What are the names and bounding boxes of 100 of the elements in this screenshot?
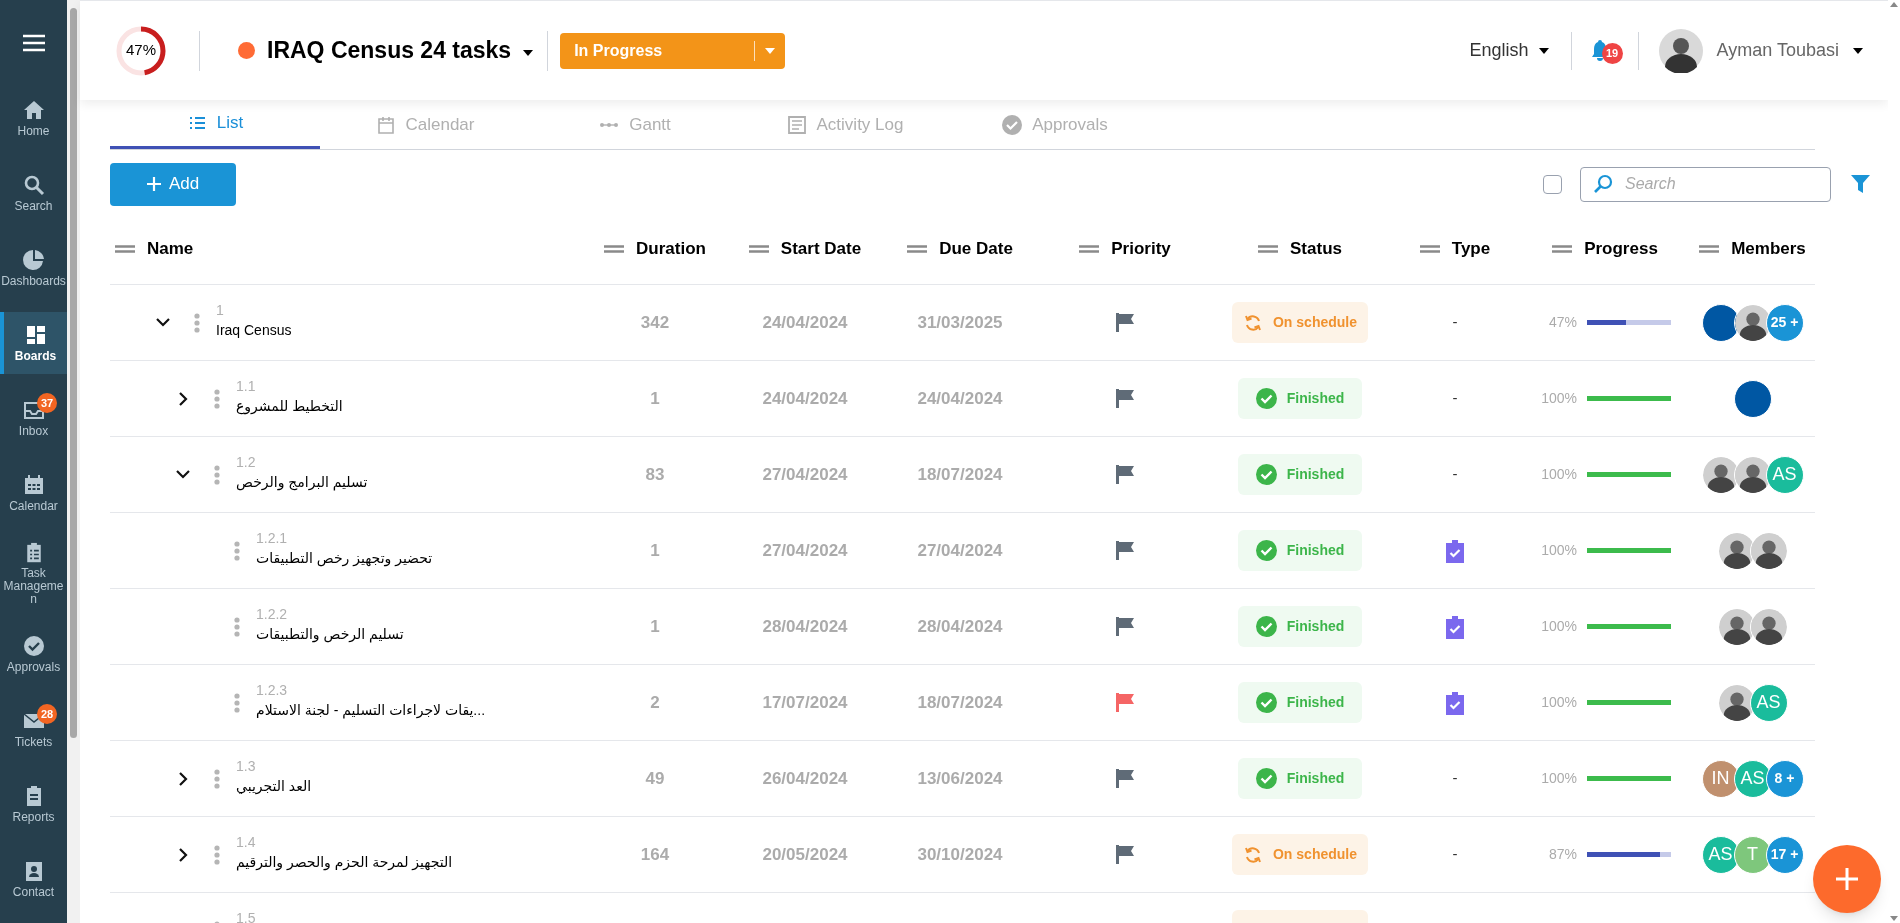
add-fab[interactable] [1813, 845, 1881, 913]
person-avatar-icon [1749, 531, 1788, 570]
duration-cell-text: 1 [650, 539, 660, 562]
duration-cell-text: 1 [650, 387, 660, 410]
drag-handle-icon [748, 245, 769, 253]
row-menu-button[interactable] [214, 768, 222, 789]
progress-percent: 100% [1540, 541, 1577, 560]
kebab-icon [194, 312, 200, 333]
pie-chart-icon [21, 247, 46, 272]
sidebar-item[interactable]: Task Managemen [0, 536, 67, 610]
row-menu-button[interactable] [214, 844, 222, 865]
type-cell-text: - [1452, 388, 1458, 409]
expand-button[interactable] [178, 771, 188, 786]
progress-percent: 100% [1540, 617, 1577, 636]
row-menu-button[interactable] [214, 388, 222, 409]
task-name[interactable]: التجهيز لمرحة الحزم والحصر والترقيم [236, 852, 453, 872]
filter-button[interactable] [1851, 175, 1870, 193]
task-name[interactable]: تسليم البرامج والرخص [236, 472, 368, 492]
sidebar-item[interactable]: Search [0, 161, 67, 224]
tab[interactable]: List [110, 100, 320, 149]
kebab-icon [234, 616, 240, 637]
task-name[interactable]: العد التجريبي [236, 776, 312, 796]
scrollbar-thumb[interactable] [70, 8, 77, 738]
sidebar-item[interactable]: Dashboards [0, 236, 67, 299]
sidebar-item[interactable]: Boards [0, 311, 67, 374]
date-cell-text: 30/10/2024 [917, 843, 1003, 866]
sidebar-item[interactable]: Inbox 37 [0, 386, 67, 449]
task-name[interactable]: ...يقات لاجراءات التسليم - لجنة الاستلام [256, 700, 486, 720]
check-circle-icon [21, 634, 46, 658]
column-header[interactable]: Progress [1584, 236, 1658, 262]
task-name[interactable]: Iraq Census [216, 320, 292, 340]
collapse-button[interactable] [176, 470, 190, 479]
date-cell-text: 24/04/2024 [917, 387, 1003, 410]
status-badge: Finished [1238, 682, 1362, 723]
chevron-right-icon [178, 771, 188, 786]
clipboard-check-icon [1445, 614, 1465, 639]
chevron-down-icon [176, 470, 190, 479]
document-icon [786, 114, 807, 135]
expand-button[interactable] [178, 391, 188, 406]
row-menu-button[interactable] [234, 692, 242, 713]
calendar-icon [375, 114, 396, 135]
check-circle-icon [1255, 692, 1277, 713]
row-number: 1 [216, 302, 224, 318]
sidebar-item[interactable]: Contact [0, 848, 67, 910]
column-header[interactable]: Duration [636, 236, 706, 262]
date-cell-text: 17/07/2024 [762, 691, 848, 714]
row-menu-button[interactable] [214, 464, 222, 485]
date-cell-text: 28/04/2024 [762, 615, 848, 638]
column-header[interactable]: Priority [1111, 236, 1171, 262]
drag-handle-icon [1552, 245, 1573, 253]
kebab-icon [214, 768, 220, 789]
type-cell-text: - [1452, 768, 1458, 789]
row-number: 1.3 [236, 758, 256, 774]
date-cell-text: 20/05/2024 [762, 843, 848, 866]
user-menu[interactable]: Ayman Toubasi [1658, 28, 1863, 73]
column-header[interactable]: Type [1451, 236, 1491, 262]
language-dropdown[interactable]: English [1469, 37, 1549, 64]
type-cell-text: - [1452, 312, 1458, 333]
column-header[interactable]: Status [1290, 236, 1342, 262]
check-circle-icon [1255, 464, 1277, 485]
scroll-up-icon[interactable] [1890, 2, 1898, 7]
check-circle-icon [1255, 616, 1277, 637]
status-badge: Finished [1238, 606, 1362, 647]
column-header[interactable]: Start Date [780, 236, 862, 262]
row-menu-button[interactable] [194, 312, 202, 333]
duration-cell-text: 49 [645, 767, 665, 790]
more-members-badge: 8 + [1765, 759, 1804, 798]
sidebar-item[interactable]: Calendar [0, 461, 67, 524]
progress-percent: 100% [1540, 465, 1577, 484]
task-name[interactable]: تحضير وتجهيز رخص التطبيقات [256, 548, 433, 568]
kebab-icon [234, 692, 240, 713]
more-members-badge: 25 + [1765, 303, 1804, 342]
drag-handle-icon [1699, 245, 1720, 253]
filter-icon [1851, 175, 1870, 193]
row-menu-button[interactable] [234, 616, 242, 637]
column-header[interactable]: Members [1731, 236, 1806, 262]
collapse-button[interactable] [156, 318, 170, 327]
project-title-dropdown[interactable]: IRAQ Census 24 tasks [238, 33, 534, 68]
person-avatar-icon [1749, 607, 1788, 646]
select-all-checkbox[interactable] [1543, 174, 1562, 194]
drag-handle-icon [907, 245, 928, 253]
count-badge: 37 [37, 392, 57, 413]
sidebar-item[interactable]: Home [0, 86, 67, 149]
chevron-right-icon [178, 391, 188, 406]
kebab-icon [214, 464, 220, 485]
notifications-button[interactable]: 19 [1589, 35, 1624, 66]
task-name[interactable]: التخطيط للمشروع [236, 396, 343, 416]
sidebar-item[interactable]: Tickets 28 [0, 698, 67, 760]
plus-icon [1834, 866, 1860, 892]
sidebar-item[interactable]: Approvals [0, 623, 67, 685]
column-header[interactable]: Due Date [939, 236, 1013, 262]
row-number: 1.2.1 [256, 530, 288, 546]
task-name[interactable]: تسليم الرخص والتطبيقات [256, 624, 404, 644]
expand-button[interactable] [178, 847, 188, 862]
sidebar-item[interactable]: Reports [0, 773, 67, 835]
scroll-down-icon[interactable] [1890, 916, 1898, 921]
row-menu-button[interactable] [234, 540, 242, 561]
search-field[interactable]: Search [1580, 166, 1831, 202]
avatar-initials: AS [1765, 455, 1804, 494]
column-header[interactable]: Name [147, 236, 194, 262]
